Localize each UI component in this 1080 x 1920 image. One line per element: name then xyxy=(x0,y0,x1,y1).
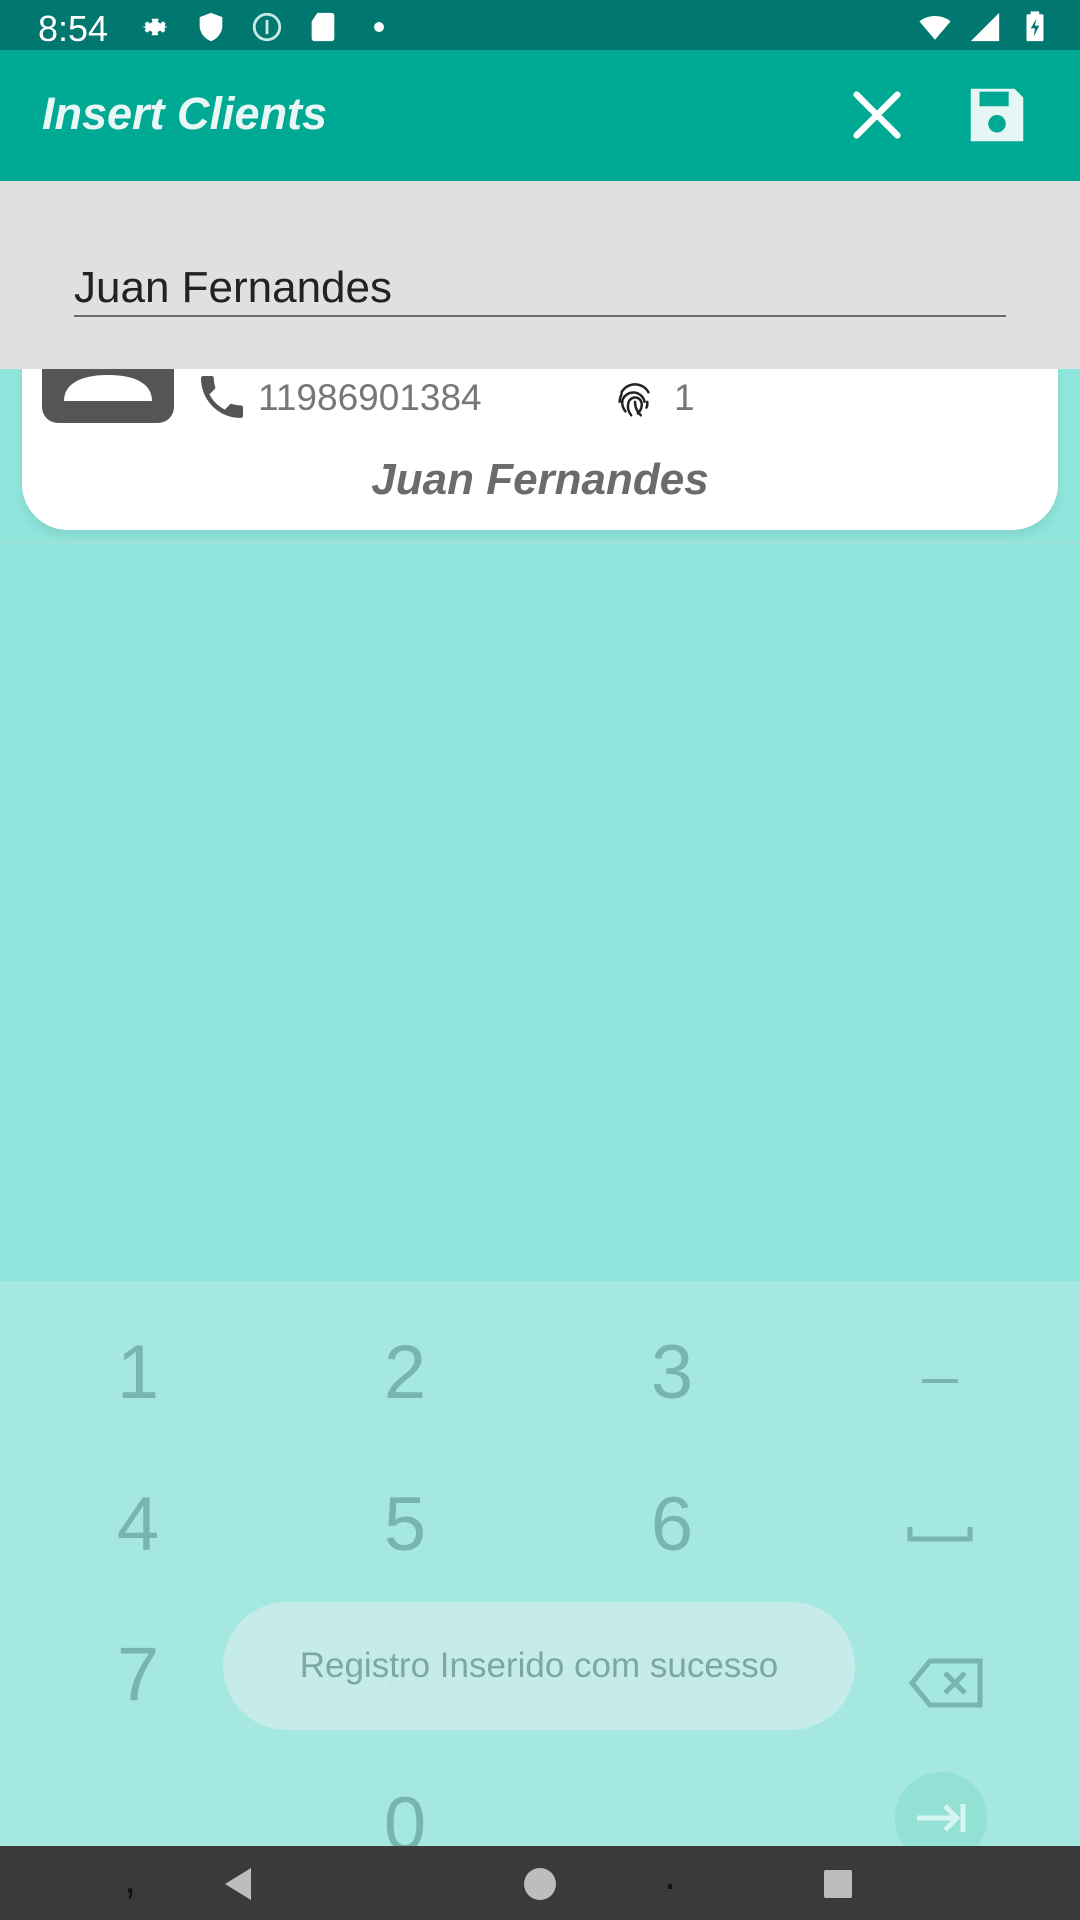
wifi-icon xyxy=(919,16,951,40)
signal-icon xyxy=(970,12,1000,42)
home-icon[interactable] xyxy=(516,1860,564,1908)
space-icon[interactable] xyxy=(860,1521,1020,1556)
client-name: Juan Fernandes xyxy=(371,455,709,504)
key-comma[interactable]: , xyxy=(124,1854,136,1904)
key-1[interactable]: 1 xyxy=(58,1329,218,1416)
save-icon[interactable] xyxy=(962,80,1032,150)
close-icon[interactable] xyxy=(842,80,912,150)
info-icon xyxy=(252,12,282,42)
minus-icon[interactable] xyxy=(860,1371,1020,1396)
app-bar: Insert Clients xyxy=(0,50,1080,181)
list-divider xyxy=(0,541,1080,543)
client-card[interactable]: 11986901384 1 Juan Fernandes xyxy=(22,369,1058,530)
key-period[interactable]: . xyxy=(664,1850,676,1900)
phone-icon xyxy=(201,376,243,418)
shield-icon xyxy=(199,12,223,42)
client-id: 1 xyxy=(674,377,695,418)
search-input[interactable] xyxy=(74,261,1006,317)
status-bar: 8:54 xyxy=(0,0,1080,50)
recents-icon[interactable] xyxy=(814,1860,862,1908)
search-panel xyxy=(0,181,1080,369)
key-2[interactable]: 2 xyxy=(325,1329,485,1416)
numeric-keyboard: 1 2 3 4 5 6 7 8 9 0 xyxy=(0,1281,1080,1867)
page-title: Insert Clients xyxy=(42,88,328,139)
sd-card-icon xyxy=(311,12,335,42)
back-icon[interactable] xyxy=(215,1860,263,1908)
backspace-icon[interactable] xyxy=(860,1653,1020,1718)
status-time: 8:54 xyxy=(38,8,109,49)
fingerprint-icon xyxy=(618,383,650,417)
key-3[interactable]: 3 xyxy=(592,1329,752,1416)
key-7[interactable]: 7 xyxy=(58,1631,218,1718)
dot-icon xyxy=(374,22,384,32)
toast-message: Registro Inserido com sucesso xyxy=(223,1602,855,1730)
key-5[interactable]: 5 xyxy=(325,1481,485,1568)
key-6[interactable]: 6 xyxy=(592,1481,752,1568)
status-icons-left xyxy=(138,10,396,44)
gear-icon xyxy=(142,18,168,36)
status-icons-right xyxy=(918,10,1052,44)
key-4[interactable]: 4 xyxy=(58,1481,218,1568)
nav-bar: , . xyxy=(0,1846,1080,1920)
avatar-icon xyxy=(42,369,174,423)
client-phone: 11986901384 xyxy=(258,377,482,418)
battery-charging-icon xyxy=(1026,11,1044,42)
